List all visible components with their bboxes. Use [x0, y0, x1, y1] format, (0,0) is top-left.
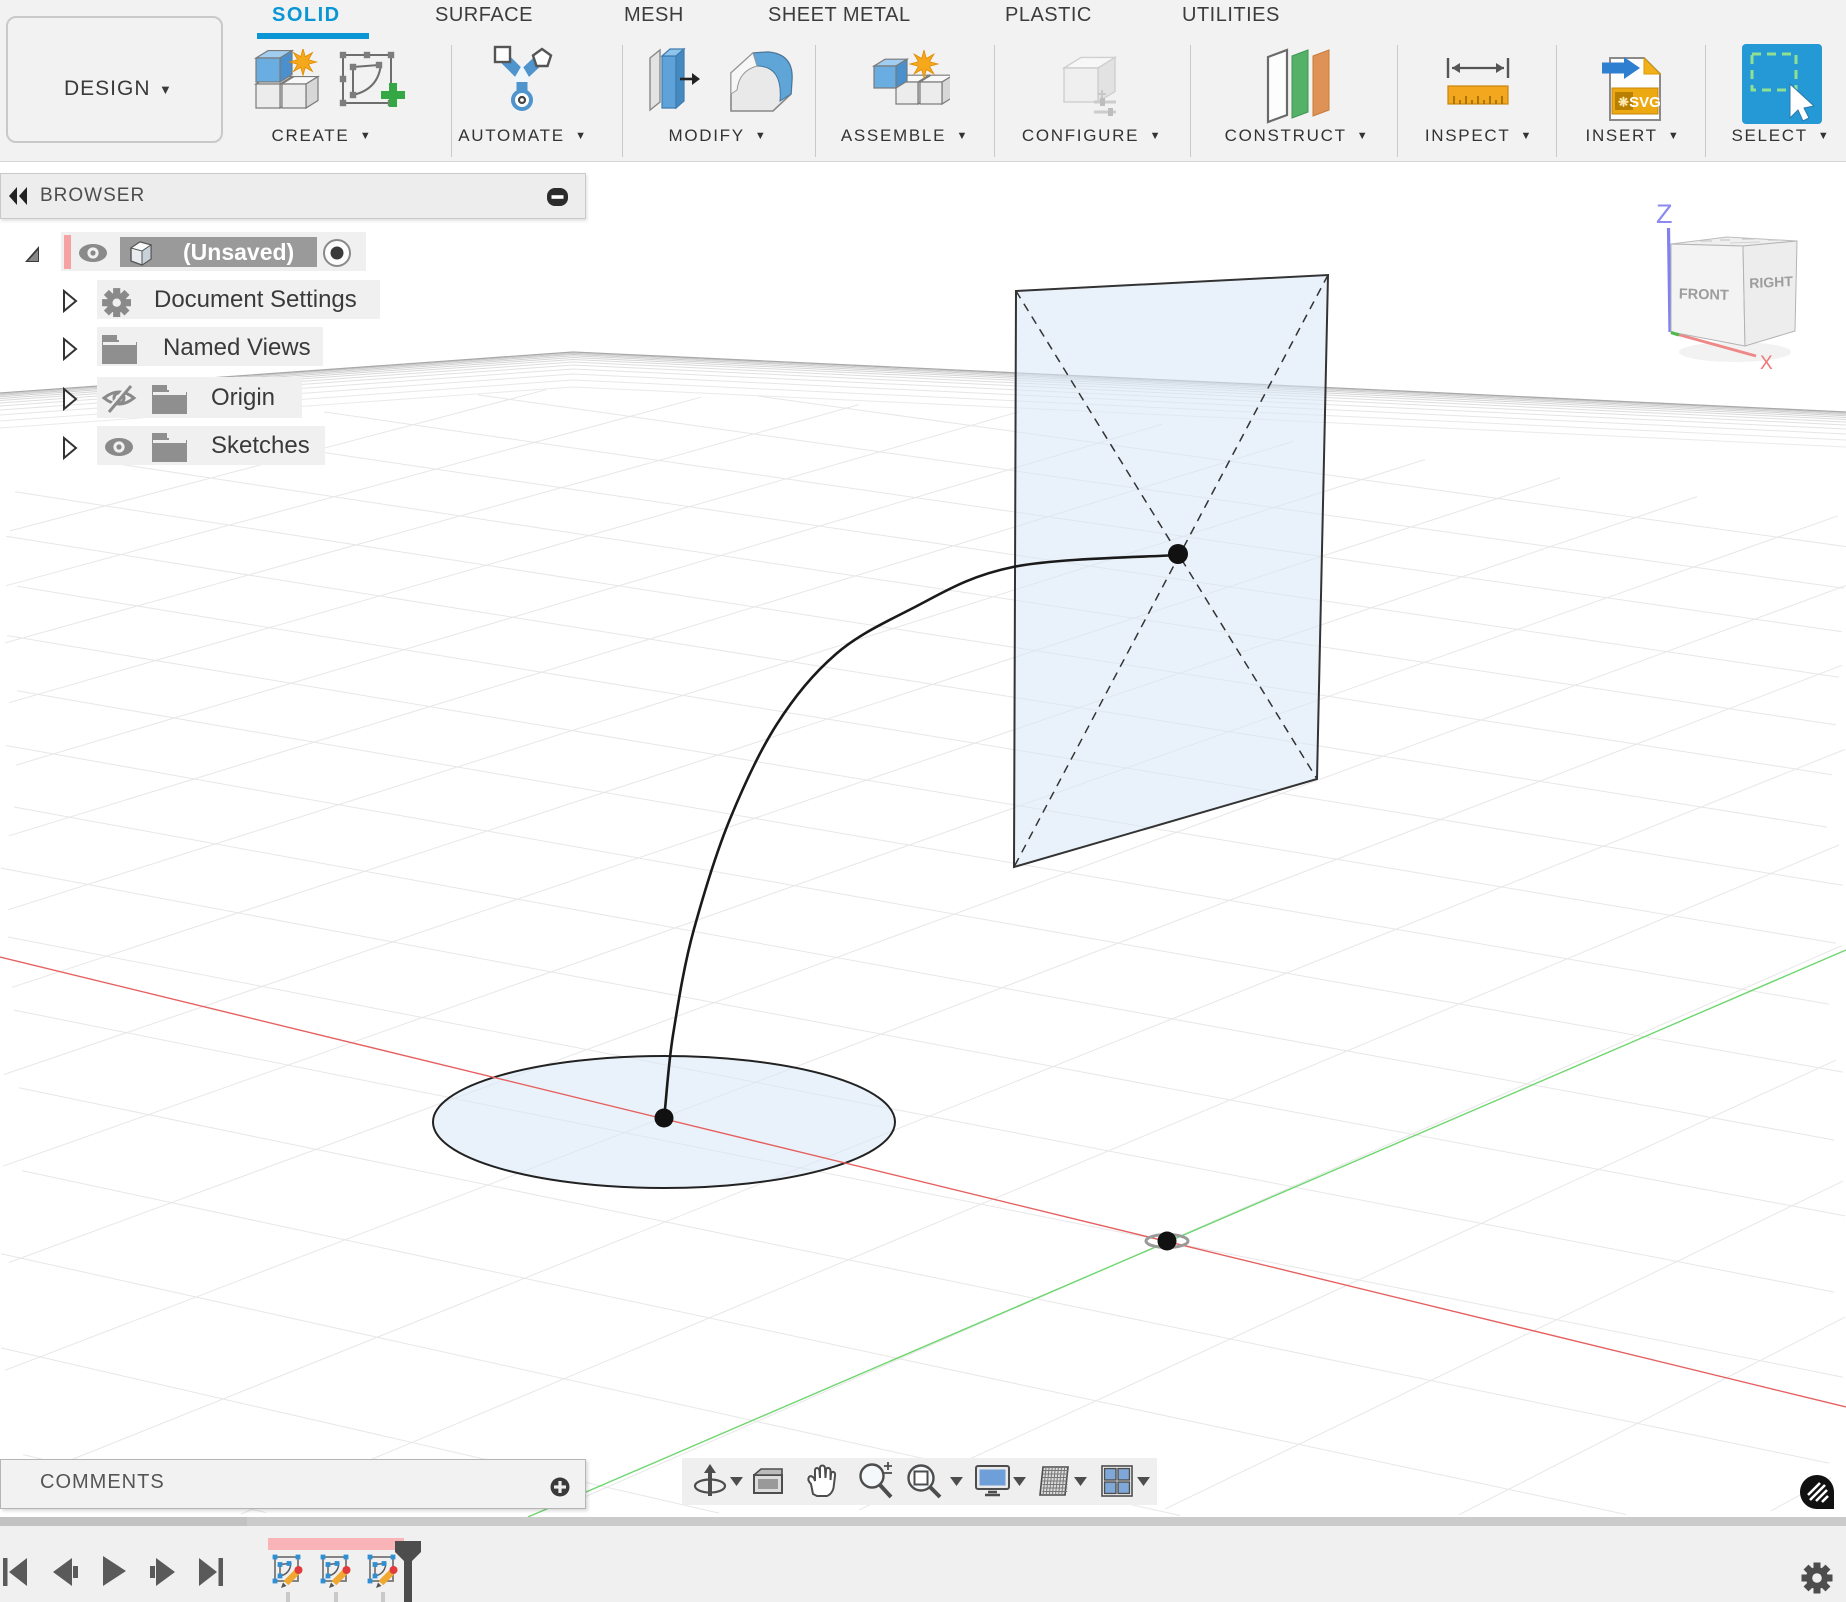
svg-text:RIGHT: RIGHT	[1749, 273, 1793, 291]
svg-text:❋: ❋	[1618, 95, 1629, 110]
svg-text:FRONT: FRONT	[1679, 286, 1729, 303]
svg-text:Z: Z	[1656, 199, 1673, 229]
svg-text:X: X	[1760, 353, 1773, 374]
svg-text:SVG: SVG	[1629, 94, 1661, 111]
